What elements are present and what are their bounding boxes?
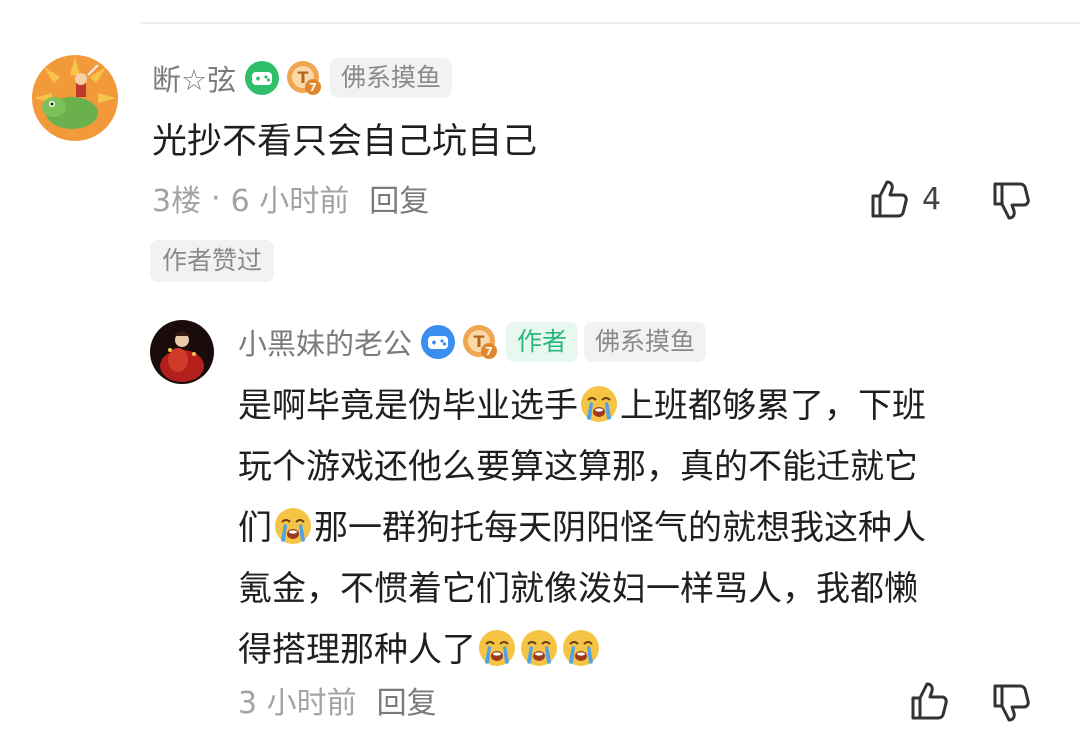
reply-text-segment: 氪金，不惯着它们就像泼妇一样骂人，我都懒	[238, 569, 918, 609]
thumbs-up-icon	[871, 180, 908, 218]
author-liked-badge: 作者赞过	[150, 240, 275, 282]
dislike-button[interactable]	[990, 682, 1032, 724]
loudly-crying-face-emoji	[519, 627, 559, 667]
timestamp: 6 小时前	[230, 184, 350, 219]
like-button[interactable]	[908, 680, 950, 722]
level-t7-badge-icon[interactable]: T 7	[462, 324, 498, 360]
comment-header: 断☆弦 T 7 佛系摸鱼	[152, 56, 458, 100]
reply-text: 是啊毕竟是伪毕业选手 上班都够累了，下班 玩个游戏还他么要算这算那，真的不能迁就它们…	[238, 376, 1058, 681]
reply-text-line: 玩个游戏还他么要算这算那，真的不能迁就它	[238, 437, 1058, 498]
reply-text-segment: 们	[238, 508, 272, 548]
floor-number: 3楼	[152, 184, 202, 219]
loudly-crying-face-emoji	[477, 627, 517, 667]
svg-text:7: 7	[485, 345, 493, 358]
username[interactable]: 小黑妹的老公	[238, 321, 412, 363]
like-count: 4	[922, 181, 942, 217]
level-t7-badge-icon[interactable]: T 7	[286, 60, 322, 96]
author-tag: 作者	[506, 322, 579, 362]
loudly-crying-face-emoji	[561, 627, 601, 667]
comment-text: 光抄不看只会自己坑自己	[152, 122, 538, 162]
reply-text-segment: 玩个游戏还他么要算这算那，真的不能迁就它	[238, 447, 918, 487]
username[interactable]: 断☆弦	[152, 57, 236, 99]
user-tag: 佛系摸鱼	[584, 322, 707, 362]
loudly-crying-face-emoji	[579, 383, 619, 423]
avatar[interactable]	[150, 320, 214, 384]
thumbs-down-icon	[993, 182, 1030, 220]
gamepad-badge-icon[interactable]	[244, 60, 280, 96]
reply-text-segment: 是啊毕竟是伪毕业选手	[238, 386, 578, 426]
reply-text-line: 得搭理那种人了	[238, 620, 1058, 681]
timestamp: 3 小时前	[238, 686, 357, 721]
separator: ·	[211, 180, 221, 216]
reply-header: 小黑妹的老公 T 7 作者 佛系摸鱼	[238, 320, 712, 364]
thumbs-down-icon	[993, 684, 1030, 722]
reply-button[interactable]: 回复	[377, 678, 437, 722]
like-button[interactable]: 4	[868, 178, 941, 220]
gamepad-badge-icon[interactable]	[420, 324, 456, 360]
reply-text-segment: 那一群狗托每天阴阳怪气的就想我这种人	[314, 508, 926, 548]
loudly-crying-face-emoji	[273, 505, 313, 545]
reply-text-segment: 上班都够累了，下班	[620, 386, 926, 426]
avatar[interactable]	[32, 55, 118, 141]
user-tag: 佛系摸鱼	[330, 58, 453, 98]
thumbs-up-icon	[911, 682, 948, 720]
reply-text-line: 是啊毕竟是伪毕业选手 上班都够累了，下班	[238, 376, 1058, 437]
top-divider	[140, 22, 1080, 24]
reply-meta: 3 小时前 回复	[238, 678, 437, 722]
dislike-button[interactable]	[990, 180, 1032, 222]
reply-text-line: 们 那一群狗托每天阴阳怪气的就想我这种人	[238, 498, 1058, 559]
comment-meta: 3楼 · 6 小时前 回复	[152, 176, 429, 220]
svg-text:7: 7	[309, 81, 317, 94]
reply-text-segment: 得搭理那种人了	[238, 630, 476, 670]
reply-text-line: 氪金，不惯着它们就像泼妇一样骂人，我都懒	[238, 559, 1058, 620]
reply-button[interactable]: 回复	[369, 176, 429, 220]
